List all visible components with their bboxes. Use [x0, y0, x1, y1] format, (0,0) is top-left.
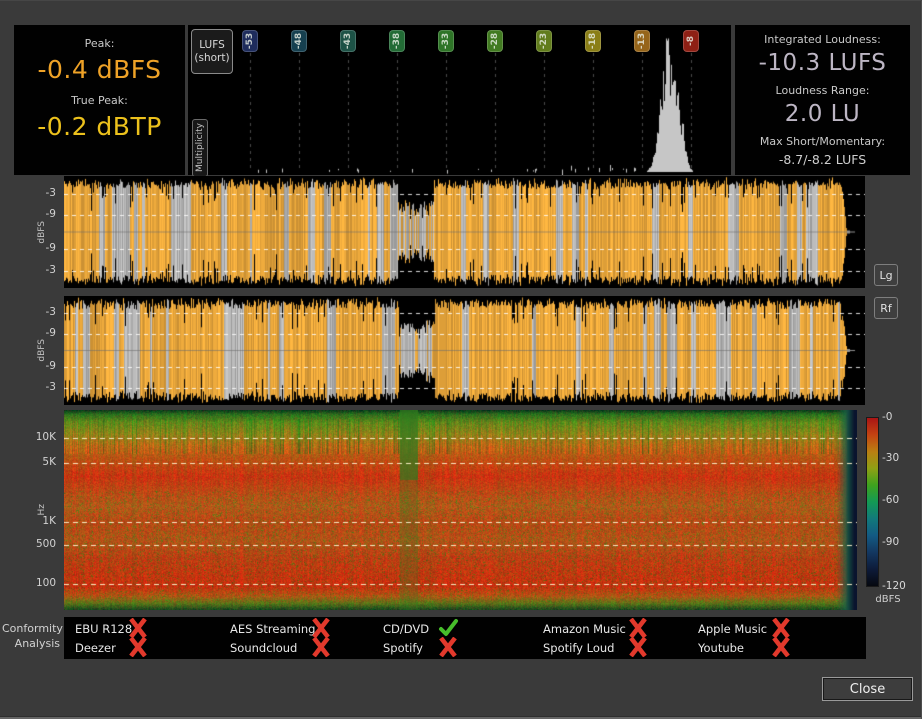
waveform-axis-label-box: dBFS [34, 176, 50, 288]
loudness-analyzer-window: Peak: -0.4 dBFS True Peak: -0.2 dBTP -53… [0, 0, 922, 719]
loudness-range-value: 2.0 LU [735, 101, 910, 127]
conformity-item: Apple Music [698, 619, 792, 638]
spectrogram-freq-tick-label: 5K [18, 456, 56, 468]
lufs-scale-badge: -8 [683, 30, 699, 52]
histogram-y-axis-label: Multiplicity [195, 123, 205, 172]
pass-check-icon [437, 618, 459, 638]
fail-x-icon [310, 637, 332, 657]
conformity-service-name: Deezer [75, 641, 125, 655]
conformity-service-name: Apple Music [698, 622, 768, 636]
conformity-service-name: Youtube [698, 641, 768, 655]
waveform-canvas-left-channel [64, 176, 865, 288]
close-button[interactable]: Close [822, 677, 913, 701]
fail-x-icon [770, 637, 792, 657]
max-short-momentary-label: Max Short/Momentary: [735, 135, 910, 148]
conformity-service-name: Spotify [383, 641, 435, 655]
spectrogram-freq-tick-label: 10K [18, 431, 56, 443]
waveform-axis-label: dBFS [37, 221, 47, 244]
lufs-scale-badge: -43 [340, 30, 356, 52]
fail-x-icon [127, 637, 149, 657]
lufs-scale-badge: -23 [536, 30, 552, 52]
color-scale-tick-label: -60 [882, 494, 899, 506]
conformity-item: Soundcloud [230, 638, 332, 657]
lufs-scale-badge: -38 [389, 30, 405, 52]
color-scale-tick-label: -90 [882, 536, 899, 548]
color-scale-unit-label: dBFS [864, 594, 912, 605]
histogram-unit-label: LUFS (short) [191, 29, 233, 74]
color-scale-tick-label: -120 [882, 580, 906, 592]
histogram-unit-line2: (short) [194, 52, 229, 65]
lufs-scale-badge: -48 [291, 30, 307, 52]
conformity-item: CD/DVD [383, 619, 459, 638]
waveform-canvas-right-channel [64, 296, 865, 405]
color-scale-tick-label: -30 [882, 452, 899, 464]
loudness-histogram-panel: -53 -48 -43 -38 -33 -28 -23 -18 -13 -8 LUFS (shor… [188, 25, 731, 175]
conformity-service-name: Spotify Loud [543, 641, 625, 655]
histogram-unit-line1: LUFS [199, 39, 225, 52]
loudness-summary-panel: Integrated Loudness: -10.3 LUFS Loudness… [735, 25, 910, 175]
conformity-analysis-label-line2: Analysis [2, 636, 60, 651]
conformity-item: Spotify Loud [543, 638, 649, 657]
true-peak-value: -0.2 dBTP [14, 112, 185, 141]
spectrogram-color-scale [866, 417, 879, 587]
conformity-service-name: CD/DVD [383, 622, 435, 636]
fail-x-icon [310, 618, 332, 638]
conformity-item: Spotify [383, 638, 459, 657]
conformity-item: AES Streaming [230, 619, 332, 638]
channel-button-lg[interactable]: Lg [874, 264, 898, 286]
conformity-service-name: EBU R128 [75, 622, 125, 636]
conformity-service-name: Soundcloud [230, 641, 308, 655]
spectrogram-freq-tick-label: 500 [18, 538, 56, 550]
lufs-scale-badge: -13 [634, 30, 650, 52]
conformity-service-name: Amazon Music [543, 622, 625, 636]
loudness-range-label: Loudness Range: [735, 84, 910, 97]
integrated-loudness-value: -10.3 LUFS [735, 50, 910, 76]
lufs-scale-badge: -18 [585, 30, 601, 52]
fail-x-icon [770, 618, 792, 638]
conformity-analysis-panel: EBU R128 AES Streaming CD/DVD Amazon Music A… [64, 617, 866, 659]
lufs-scale-badge: -28 [487, 30, 503, 52]
peak-panel: Peak: -0.4 dBFS True Peak: -0.2 dBTP [14, 25, 185, 175]
channel-button-rf[interactable]: Rf [874, 297, 898, 319]
conformity-item: Amazon Music [543, 619, 649, 638]
conformity-analysis-label-line1: Conformity [2, 621, 60, 636]
fail-x-icon [437, 637, 459, 657]
spectrogram-canvas [64, 410, 857, 610]
conformity-item: Youtube [698, 638, 792, 657]
integrated-loudness-label: Integrated Loudness: [735, 33, 910, 46]
true-peak-label: True Peak: [14, 94, 185, 107]
fail-x-icon [627, 618, 649, 638]
peak-value: -0.4 dBFS [14, 55, 185, 84]
spectrogram-freq-tick-label: 1K [18, 515, 56, 527]
histogram-y-axis-label-box: Multiplicity [192, 119, 208, 177]
conformity-item: Deezer [75, 638, 149, 657]
conformity-service-name: AES Streaming [230, 622, 308, 636]
fail-x-icon [127, 618, 149, 638]
conformity-analysis-label: Conformity Analysis [2, 621, 60, 651]
lufs-scale-badge: -53 [242, 30, 258, 52]
peak-label: Peak: [14, 37, 185, 50]
waveform-axis-label: dBFS [37, 339, 47, 362]
max-short-momentary-value: -8.7/-8.2 LUFS [735, 152, 910, 167]
spectrogram-freq-tick-label: 100 [18, 577, 56, 589]
fail-x-icon [627, 637, 649, 657]
color-scale-tick-label: -0 [882, 411, 892, 423]
conformity-item: EBU R128 [75, 619, 149, 638]
waveform-axis-label-box: dBFS [34, 296, 50, 405]
lufs-scale-badge: -33 [438, 30, 454, 52]
